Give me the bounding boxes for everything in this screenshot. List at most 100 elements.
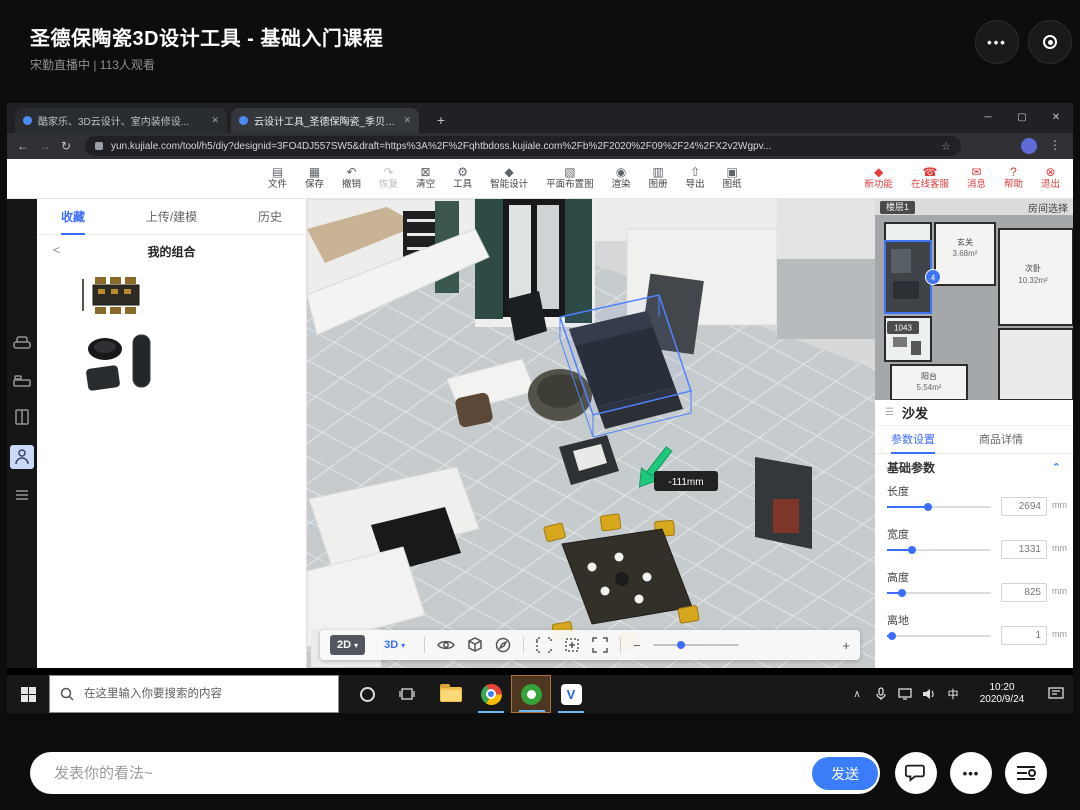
walkthrough-compass-button[interactable] <box>495 637 511 653</box>
tray-expand-icon[interactable]: ∧ <box>845 689 869 700</box>
forward-button[interactable]: → <box>39 138 51 154</box>
visibility-eye-button[interactable] <box>437 638 455 652</box>
floor-select-chip[interactable]: 楼层1 <box>880 201 915 214</box>
action-center-button[interactable] <box>1039 687 1073 701</box>
send-button[interactable]: 发送 <box>812 757 878 790</box>
slider-handle[interactable] <box>888 632 896 640</box>
tab-product-details[interactable]: 商品详情 <box>979 426 1023 454</box>
address-bar[interactable]: yun.kujiale.com/tool/h5/diy?designid=3FO… <box>85 136 961 156</box>
file-explorer-button[interactable] <box>431 675 471 713</box>
taskbar-search[interactable] <box>49 675 339 713</box>
danmaku-settings-button[interactable] <box>1005 752 1047 794</box>
tab-favorites[interactable]: 收藏 <box>61 199 85 235</box>
design-canvas[interactable]: -111mm <box>307 199 875 668</box>
dock-item-figure-icon[interactable] <box>10 445 34 469</box>
tools-button[interactable]: ⚙工具 <box>444 159 481 199</box>
save-button[interactable]: ▦保存 <box>296 159 333 199</box>
chat-bubble-button[interactable] <box>895 752 937 794</box>
length-value-input[interactable]: 2694 <box>1001 497 1047 516</box>
more-options-button[interactable]: ••• <box>975 20 1019 64</box>
taskbar-search-input[interactable] <box>82 676 332 712</box>
site-info-icon[interactable] <box>95 142 103 150</box>
chat-input-pill[interactable] <box>30 752 880 794</box>
offground-slider[interactable] <box>887 635 991 637</box>
new-tab-button[interactable]: + <box>431 111 451 131</box>
smart-design-button[interactable]: ◆智能设计 <box>481 159 537 199</box>
drag-handle-icon[interactable]: ☰ <box>885 407 894 418</box>
slider-handle[interactable] <box>908 546 916 554</box>
network-icon[interactable] <box>893 688 917 700</box>
browser-tab-design-tool[interactable]: 云设计工具_圣德保陶瓷_季贝-保... ✕ <box>231 108 419 133</box>
height-slider[interactable] <box>887 592 991 594</box>
dock-item-sofa-icon[interactable] <box>10 331 34 355</box>
help-button[interactable]: ?帮助 <box>995 159 1032 199</box>
microphone-icon[interactable] <box>869 687 893 701</box>
combo-thumbnail-furniture-set[interactable] <box>75 327 165 404</box>
view-2d-button[interactable]: 2D▾ <box>330 635 365 655</box>
dock-item-bed-icon[interactable] <box>10 369 34 393</box>
frame-select-button[interactable] <box>536 637 552 653</box>
new-features-button[interactable]: ◆新功能 <box>855 159 902 199</box>
length-slider[interactable] <box>887 506 991 508</box>
profile-avatar[interactable] <box>1021 138 1037 154</box>
volume-icon[interactable] <box>917 688 941 700</box>
meeting-app-button[interactable]: V <box>551 675 591 713</box>
album-button[interactable]: ▥图册 <box>640 159 677 199</box>
back-button[interactable]: ← <box>17 138 29 154</box>
browser-tab-kujiale-home[interactable]: 酷家乐、3D云设计、室内装修设... ✕ <box>15 108 227 133</box>
render-button[interactable]: ◉渲染 <box>603 159 640 199</box>
zoom-slider[interactable] <box>653 644 739 646</box>
taskbar-clock[interactable]: 10:20 2020/9/24 <box>965 682 1039 707</box>
fullscreen-fit-button[interactable] <box>592 637 608 653</box>
close-button[interactable]: ✕ <box>1039 103 1073 133</box>
floorplan-minimap[interactable]: 4 1043 玄关 3.68m² 次卧 10.32m² 阳台 5.54m² <box>875 215 1073 400</box>
chrome-app-button[interactable] <box>471 675 511 713</box>
undo-button[interactable]: ↶撤销 <box>333 159 370 199</box>
browser-app-active-button[interactable] <box>511 675 551 713</box>
tab-close-icon[interactable]: ✕ <box>403 115 411 126</box>
zoom-out-button[interactable]: − <box>633 638 641 653</box>
model-cube-button[interactable] <box>467 637 483 653</box>
zoom-slider-handle[interactable] <box>677 641 685 649</box>
dock-item-list-icon[interactable] <box>10 483 34 507</box>
tab-parameter-settings[interactable]: 参数设置 <box>891 426 935 454</box>
support-button[interactable]: ☎在线客服 <box>902 159 958 199</box>
slider-handle[interactable] <box>898 589 906 597</box>
height-value-input[interactable]: 825 <box>1001 583 1047 602</box>
chevron-up-icon[interactable]: ⌃ <box>1052 461 1061 474</box>
minimize-button[interactable]: ─ <box>971 103 1005 133</box>
tab-close-icon[interactable]: ✕ <box>211 115 219 126</box>
messages-button[interactable]: ✉消息 <box>958 159 995 199</box>
offground-value-input[interactable]: 1 <box>1001 626 1047 645</box>
view-3d-button[interactable]: 3D▾ <box>377 635 412 655</box>
slider-handle[interactable] <box>924 503 932 511</box>
tab-history[interactable]: 历史 <box>258 199 282 235</box>
input-method-indicator[interactable]: 中 <box>941 686 965 702</box>
combo-thumbnail-dining-set[interactable] <box>75 271 155 324</box>
cortana-button[interactable] <box>347 675 387 713</box>
task-view-button[interactable] <box>387 675 427 713</box>
chat-more-button[interactable]: ••• <box>950 752 992 794</box>
properties-panel: ☰ 沙发 参数设置 商品详情 基础参数 ⌃ 长度 2694 <box>875 400 1073 668</box>
width-slider[interactable] <box>887 549 991 551</box>
region-select-button[interactable] <box>564 637 580 653</box>
drawings-button[interactable]: ▣图纸 <box>714 159 751 199</box>
start-button[interactable] <box>7 675 49 713</box>
tab-upload-model[interactable]: 上传/建模 <box>146 199 197 235</box>
browser-menu-icon[interactable]: ⋮ <box>1049 138 1061 152</box>
redo-button[interactable]: ↷恢复 <box>370 159 407 199</box>
chat-input[interactable] <box>52 752 692 794</box>
record-button[interactable] <box>1028 20 1072 64</box>
export-button[interactable]: ⇧导出 <box>677 159 714 199</box>
bookmark-star-icon[interactable]: ☆ <box>941 140 951 153</box>
room-select-label[interactable]: 房间选择 <box>1028 200 1068 215</box>
file-button[interactable]: ▤文件 <box>259 159 296 199</box>
floorplan-button[interactable]: ▧平面布置图 <box>537 159 603 199</box>
width-value-input[interactable]: 1331 <box>1001 540 1047 559</box>
reload-button[interactable]: ↻ <box>61 138 71 154</box>
exit-button[interactable]: ⊗退出 <box>1032 159 1069 199</box>
dock-item-cabinet-icon[interactable] <box>10 405 34 429</box>
zoom-in-button[interactable]: + <box>842 638 850 653</box>
clear-button[interactable]: ⊠清空 <box>407 159 444 199</box>
maximize-button[interactable]: ▢ <box>1005 103 1039 133</box>
